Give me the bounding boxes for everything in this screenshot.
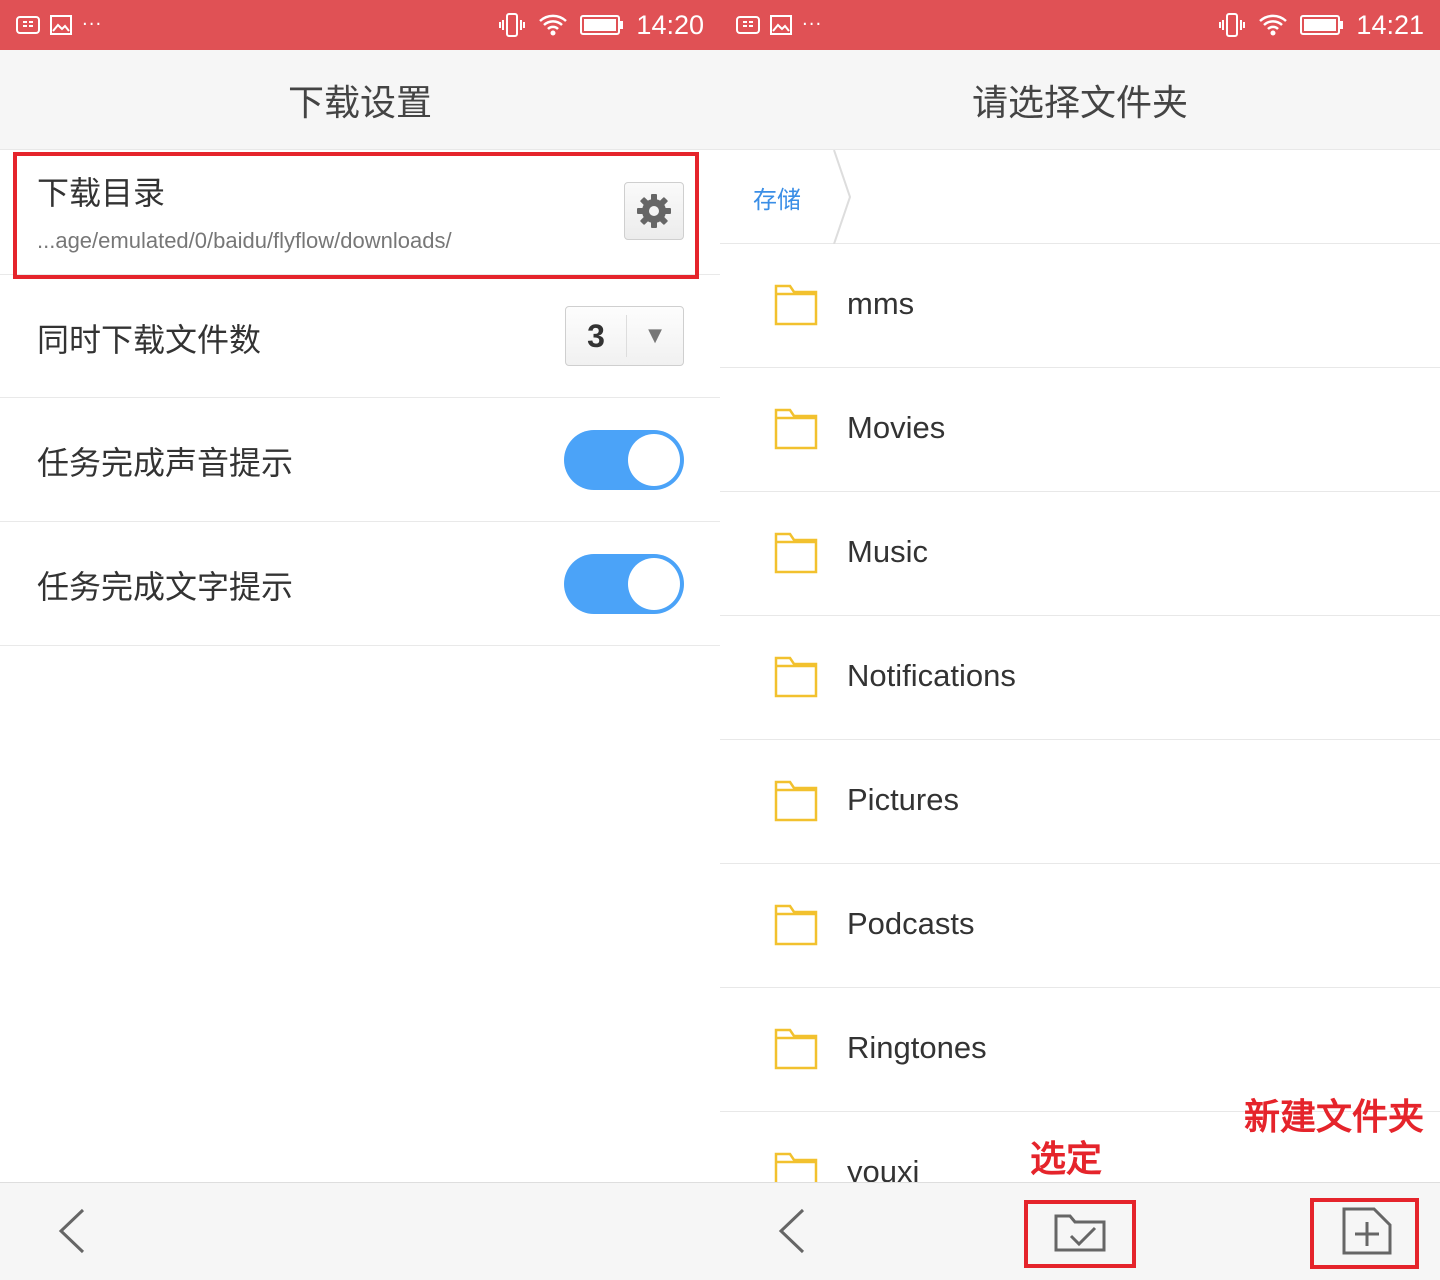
folder-icon [774,904,818,946]
status-time: 14:21 [1356,10,1424,40]
notification-overflow: ··· [802,14,823,35]
folder-name: mms [847,286,915,321]
image-icon [770,15,792,35]
wifi-icon [1259,14,1288,36]
select-folder-button[interactable] [1052,1209,1108,1255]
folder-check-icon [1054,1214,1106,1252]
sim-icon [16,16,40,34]
wifi-icon [539,14,568,36]
notification-overflow: ··· [82,14,103,35]
folder-icon [774,780,818,822]
concurrent-downloads-row: 同时下载文件数 3 ▼ [0,275,720,398]
title-bar: 下载设置 [0,50,720,150]
battery-icon [580,15,624,35]
status-bar: ··· 14:21 [720,0,1440,50]
bottom-nav-bar [0,1182,720,1280]
folder-row[interactable]: Podcasts [720,864,1440,988]
folder-icon [774,1028,818,1070]
bottom-nav-bar [720,1182,1440,1280]
select-annotation: 选定 [1030,1139,1103,1180]
concurrent-downloads-select[interactable]: 3 ▼ [565,306,684,366]
folder-icon [774,408,818,450]
text-notice-row: 任务完成文字提示 [0,522,720,646]
title-bar: 请选择文件夹 [720,50,1440,150]
folder-icon [774,284,818,326]
gear-icon [637,194,671,228]
folder-row[interactable]: mms [720,244,1440,368]
download-directory-path: ...age/emulated/0/baidu/flyflow/download… [37,228,452,253]
page-title: 下载设置 [287,82,432,124]
folder-row[interactable]: Notifications [720,616,1440,740]
folder-name: Notifications [847,658,1016,693]
new-folder-annotation: 新建文件夹 [1244,1097,1425,1138]
sound-notice-label: 任务完成声音提示 [37,444,294,482]
folder-name: Ringtones [847,1030,987,1065]
breadcrumb: 存储 [720,150,1440,244]
image-icon [50,15,72,35]
sound-notice-row: 任务完成声音提示 [0,398,720,522]
sound-notice-toggle[interactable] [564,430,684,490]
download-directory-label: 下载目录 [37,174,166,212]
concurrent-downloads-label: 同时下载文件数 [37,321,262,359]
folder-icon [774,656,818,698]
folder-name: Podcasts [847,906,975,941]
page-title: 请选择文件夹 [971,82,1188,124]
breadcrumb-storage[interactable]: 存储 [753,180,801,215]
text-notice-label: 任务完成文字提示 [37,568,294,606]
toggle-knob [628,434,680,486]
dropdown-arrow-icon: ▼ [648,325,662,346]
chevron-left-icon [778,1208,805,1254]
back-button[interactable] [770,1205,814,1257]
battery-icon [1300,15,1344,35]
download-directory-row[interactable]: 下载目录 ...age/emulated/0/baidu/flyflow/dow… [0,150,720,275]
folder-row[interactable]: Movies [720,368,1440,492]
vibrate-icon [499,13,526,37]
folder-name: Pictures [847,782,959,817]
folder-picker-screen: ··· 14:21 请选择文件夹 存储 mms Movies Music Notifi… [720,0,1440,1280]
folder-row[interactable]: Pictures [720,740,1440,864]
folder-name: Movies [847,410,946,445]
folder-plus-icon [1342,1207,1392,1255]
folder-icon [774,532,818,574]
folder-row[interactable]: Music [720,492,1440,616]
folder-name: Music [847,534,928,569]
chevron-left-icon [58,1208,85,1254]
concurrent-downloads-value: 3 [587,318,605,354]
status-bar: ··· 14:20 [0,0,720,50]
status-time: 14:20 [636,10,704,40]
new-folder-button[interactable] [1340,1205,1394,1257]
vibrate-icon [1219,13,1246,37]
breadcrumb-separator-icon [833,150,852,244]
back-button[interactable] [50,1205,94,1257]
sim-icon [736,16,760,34]
toggle-knob [628,558,680,610]
text-notice-toggle[interactable] [564,554,684,614]
directory-settings-button[interactable] [624,182,684,240]
download-settings-screen: ··· 14:20 下载设置 下载目录 ...age/emulated/0/ba… [0,0,720,1280]
